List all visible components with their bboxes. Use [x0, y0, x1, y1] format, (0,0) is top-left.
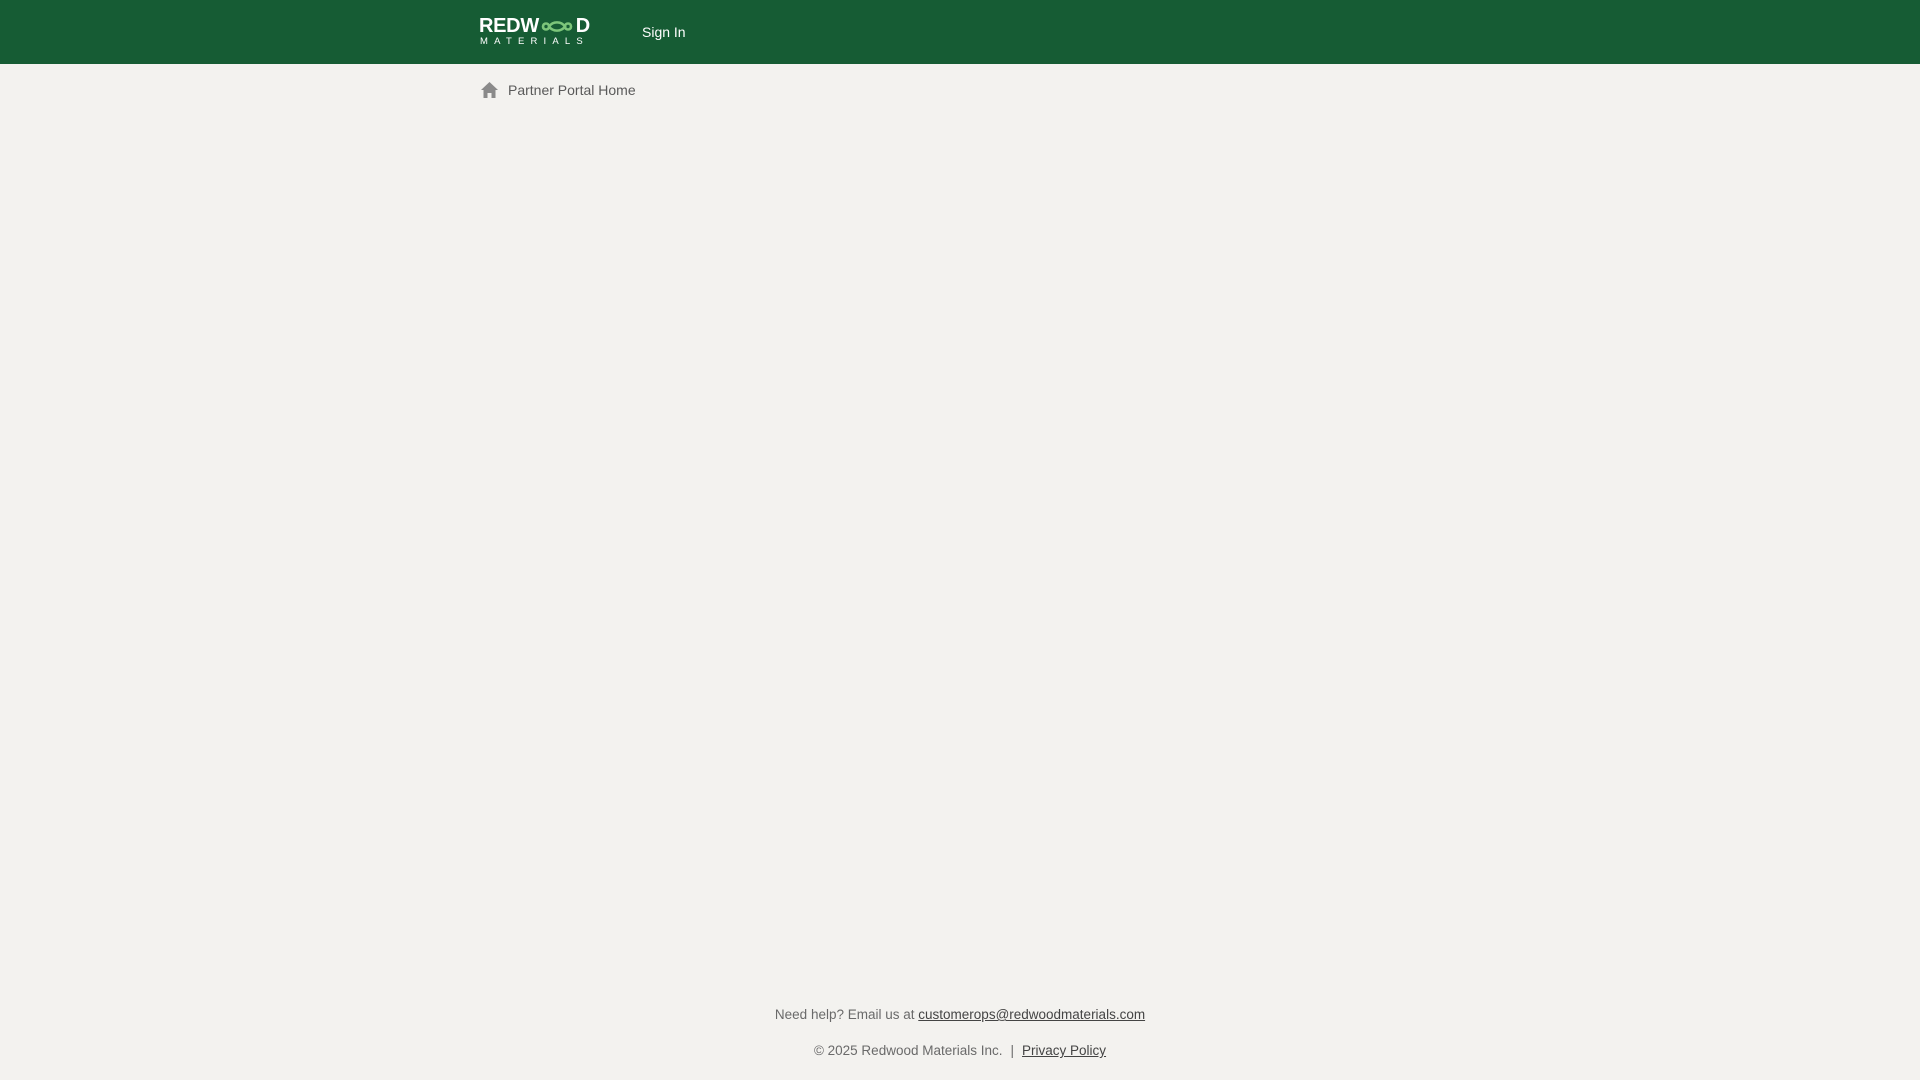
help-text: Need help? Email us at [774, 1007, 915, 1022]
footer-help-line: Need help? Email us at customerops@redwo… [0, 1007, 1920, 1022]
home-icon[interactable] [480, 81, 499, 99]
redwood-materials-logo[interactable]: REDW D MATERIALS [479, 16, 593, 48]
footer-separator: | [1010, 1043, 1015, 1058]
copyright-text: © 2025 Redwood Materials Inc. [813, 1043, 1003, 1058]
logo-subtitle: MATERIALS [480, 36, 589, 47]
footer-copyright-line: © 2025 Redwood Materials Inc. | Privacy Po… [0, 1043, 1920, 1058]
top-navigation-bar: REDW D MATERIALS Sign In [0, 0, 1920, 64]
breadcrumb-partner-portal-home[interactable]: Partner Portal Home [508, 82, 636, 98]
logo-infinity-icon [541, 21, 573, 32]
sign-in-link[interactable]: Sign In [642, 0, 686, 64]
support-email-link[interactable]: customerops@redwoodmaterials.com [918, 1007, 1145, 1022]
logo-wordmark: REDW D [479, 15, 590, 37]
breadcrumb: Partner Portal Home [480, 80, 636, 100]
privacy-policy-link[interactable]: Privacy Policy [1022, 1043, 1106, 1058]
